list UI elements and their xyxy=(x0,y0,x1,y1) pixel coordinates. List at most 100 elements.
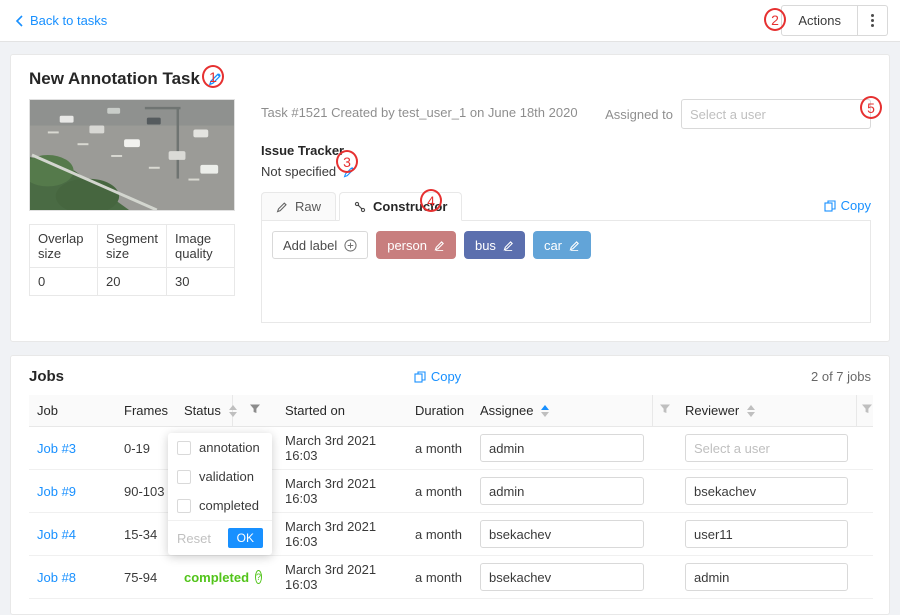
job-reviewer-input[interactable] xyxy=(685,434,848,462)
label-chip-person[interactable]: person xyxy=(376,231,456,259)
jobs-title: Jobs xyxy=(29,368,64,385)
filter-option-completed[interactable]: completed xyxy=(168,491,272,520)
job-started: March 3rd 2021 16:03 xyxy=(277,427,407,470)
labels-tabs-bar: Raw Constructor Copy xyxy=(261,192,871,221)
edit-issue-tracker-icon[interactable] xyxy=(343,166,355,178)
filter-reset-button[interactable]: Reset xyxy=(177,531,211,546)
jobs-copy-link[interactable]: Copy xyxy=(414,369,461,384)
task-meta-text: Task #1521 Created by test_user_1 on Jun… xyxy=(261,99,578,120)
job-row: Job #4 15-34 March 3rd 2021 16:03 a mont… xyxy=(29,513,873,556)
filter-icon xyxy=(659,403,671,415)
col-header-reviewer[interactable]: Reviewer xyxy=(677,395,856,427)
job-frames: 15-34 xyxy=(116,513,176,556)
param-header-segment: Segment size xyxy=(97,225,166,268)
job-assignee-input[interactable] xyxy=(480,477,644,505)
job-link[interactable]: Job #8 xyxy=(37,570,76,585)
col-header-job: Job xyxy=(29,395,116,427)
tab-raw[interactable]: Raw xyxy=(261,192,336,220)
param-header-overlap: Overlap size xyxy=(30,225,98,268)
vertical-dots-icon xyxy=(871,14,874,17)
status-help-icon[interactable]: ? xyxy=(255,570,262,584)
job-duration: a month xyxy=(407,427,472,470)
col-header-assignee[interactable]: Assignee xyxy=(472,395,652,427)
edit-label-icon[interactable] xyxy=(569,240,580,251)
constructor-icon xyxy=(354,201,366,213)
checkbox-icon[interactable] xyxy=(177,441,191,455)
job-link[interactable]: Job #3 xyxy=(37,441,76,456)
checkbox-icon[interactable] xyxy=(177,499,191,513)
jobs-copy-label: Copy xyxy=(431,369,461,384)
actions-button[interactable]: Actions xyxy=(781,5,858,36)
job-row: Job #3 0-19 March 3rd 2021 16:03 a month xyxy=(29,427,873,470)
job-reviewer-input[interactable] xyxy=(685,477,848,505)
col-header-started: Started on xyxy=(277,395,407,427)
job-frames: 0-19 xyxy=(116,427,176,470)
add-label-button[interactable]: Add label xyxy=(272,231,368,259)
more-menu-button[interactable] xyxy=(858,5,888,36)
col-header-frames: Frames xyxy=(116,395,176,427)
assigned-to-label: Assigned to xyxy=(605,107,673,122)
label-chip-name: person xyxy=(387,238,427,253)
task-title-row: New Annotation Task xyxy=(29,69,871,89)
job-duration: a month xyxy=(407,513,472,556)
filter-option-annotation[interactable]: annotation xyxy=(168,433,272,462)
tab-constructor-label: Constructor xyxy=(373,199,447,214)
job-started: March 3rd 2021 16:03 xyxy=(277,556,407,599)
reviewer-filter-button[interactable] xyxy=(856,395,873,427)
param-value-overlap: 0 xyxy=(30,268,98,296)
param-header-quality: Image quality xyxy=(167,225,235,268)
assignee-sorter-icon[interactable] xyxy=(541,405,549,417)
job-assignee-input[interactable] xyxy=(480,434,644,462)
task-params-table: Overlap size Segment size Image quality … xyxy=(29,224,235,296)
status-sorter-icon[interactable] xyxy=(229,405,237,417)
label-chip-name: bus xyxy=(475,238,496,253)
status-filter-button[interactable] xyxy=(232,395,277,427)
plus-circle-icon xyxy=(344,239,357,252)
tab-constructor[interactable]: Constructor xyxy=(339,192,462,221)
jobs-table: Job Frames Status Started on Duration xyxy=(29,395,873,599)
task-assignee-input[interactable] xyxy=(681,99,871,129)
copy-icon xyxy=(414,371,426,383)
reviewer-sorter-icon[interactable] xyxy=(747,405,755,417)
label-chip-name: car xyxy=(544,238,562,253)
filter-ok-button[interactable]: OK xyxy=(228,528,263,548)
assigned-to-group: Assigned to xyxy=(605,99,871,129)
edit-label-icon[interactable] xyxy=(503,240,514,251)
chevron-left-icon xyxy=(14,14,24,28)
edit-icon xyxy=(276,201,288,213)
labels-copy-link[interactable]: Copy xyxy=(824,198,871,220)
add-label-text: Add label xyxy=(283,238,337,253)
issue-tracker-title: Issue Tracker xyxy=(261,143,871,158)
edit-task-name-icon[interactable] xyxy=(208,72,222,86)
jobs-count: 2 of 7 jobs xyxy=(811,369,871,384)
param-value-quality: 30 xyxy=(167,268,235,296)
topbar: Back to tasks Actions xyxy=(0,0,900,42)
label-chip-car[interactable]: car xyxy=(533,231,591,259)
edit-label-icon[interactable] xyxy=(434,240,445,251)
job-link[interactable]: Job #4 xyxy=(37,527,76,542)
job-row: Job #9 90-103 March 3rd 2021 16:03 a mon… xyxy=(29,470,873,513)
label-chip-bus[interactable]: bus xyxy=(464,231,525,259)
filter-icon xyxy=(861,403,873,415)
job-reviewer-input[interactable] xyxy=(685,520,848,548)
filter-option-validation[interactable]: validation xyxy=(168,462,272,491)
job-row: Job #8 75-94 completed ? March 3rd 2021 … xyxy=(29,556,873,599)
param-value-segment: 20 xyxy=(97,268,166,296)
job-duration: a month xyxy=(407,470,472,513)
tab-raw-label: Raw xyxy=(295,199,321,214)
copy-icon xyxy=(824,200,836,212)
job-started: March 3rd 2021 16:03 xyxy=(277,513,407,556)
back-to-tasks-label: Back to tasks xyxy=(30,13,107,28)
job-assignee-input[interactable] xyxy=(480,520,644,548)
back-to-tasks-link[interactable]: Back to tasks xyxy=(14,13,107,28)
col-header-status[interactable]: Status xyxy=(176,395,232,427)
labels-copy-label: Copy xyxy=(841,198,871,213)
job-link[interactable]: Job #9 xyxy=(37,484,76,499)
job-assignee-input[interactable] xyxy=(480,563,644,591)
assignee-filter-button[interactable] xyxy=(652,395,677,427)
job-reviewer-input[interactable] xyxy=(685,563,848,591)
job-status-completed: completed ? xyxy=(184,570,224,585)
checkbox-icon[interactable] xyxy=(177,470,191,484)
job-frames: 75-94 xyxy=(116,556,176,599)
col-header-duration: Duration xyxy=(407,395,472,427)
